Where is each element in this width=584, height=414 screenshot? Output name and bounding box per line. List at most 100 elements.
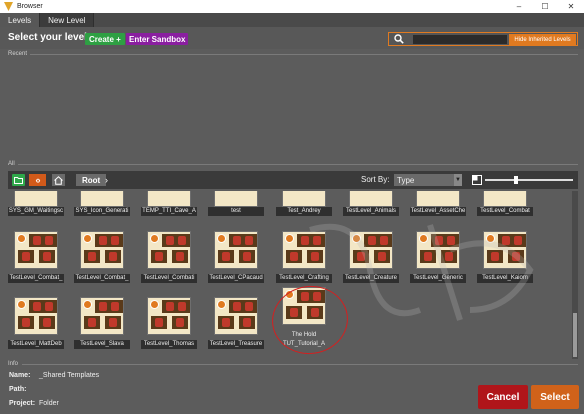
level-label: TestLevel_Combati [141, 274, 197, 283]
level-thumbnail [214, 297, 258, 335]
browser-window: Browser – ☐ ✕ Levels New Level Select yo… [0, 0, 584, 414]
info-project-value: Folder [39, 400, 59, 407]
level-thumbnail [483, 191, 527, 207]
info-name-label: Name: [9, 372, 31, 379]
browser-toolbar: ‹ › Root › Sort By: Type ▼ [8, 171, 578, 189]
new-folder-button[interactable] [12, 174, 25, 186]
level-thumbnail [14, 231, 58, 269]
hide-inherited-levels-button[interactable]: Hide Inherited Levels [509, 34, 576, 45]
create-button[interactable]: Create + [85, 33, 125, 45]
tab-levels[interactable]: Levels [0, 13, 41, 27]
level-thumbnail [416, 191, 460, 207]
level-item[interactable]: TestLevel_Treasure [208, 297, 264, 350]
thumbnail-art [18, 316, 34, 329]
window-title: Browser [17, 3, 43, 10]
minimize-button[interactable]: – [506, 0, 532, 13]
thumbnail-size-slider[interactable] [485, 179, 573, 181]
sort-by-select[interactable]: Type ▼ [394, 174, 462, 186]
thumbnail-art [218, 250, 234, 263]
thumbnail-art [151, 316, 167, 329]
level-thumbnail [14, 191, 58, 207]
level-label: TestLevel_Treasure [208, 340, 264, 349]
level-thumbnail [80, 297, 124, 335]
level-item[interactable]: TestLevel_Thomas [141, 297, 197, 350]
level-item[interactable]: TEMP_TTI_Cave_A [141, 191, 197, 217]
level-badge-icon [17, 234, 26, 243]
level-thumbnail [349, 191, 393, 207]
info-project-row: Project: Folder [9, 400, 59, 407]
level-label: TEMP_TTI_Cave_A [141, 207, 197, 216]
level-badge-icon [83, 300, 92, 309]
level-item[interactable]: TestLevel_Combat_ [74, 231, 130, 284]
select-button[interactable]: Select [531, 385, 579, 409]
cancel-button[interactable]: Cancel [478, 385, 528, 409]
level-thumbnail [282, 191, 326, 207]
thumbnail-art [41, 300, 57, 313]
level-item[interactable]: test [208, 191, 264, 217]
level-item[interactable]: TestLevel_Combati [141, 231, 197, 284]
level-label: SYS_GM_Waitingsc [8, 207, 64, 216]
scrollbar-thumb[interactable] [573, 313, 577, 357]
level-thumbnail [147, 191, 191, 207]
sort-by-label: Sort By: [361, 175, 390, 184]
thumbnail-art [39, 316, 55, 329]
level-item[interactable]: TestLevel_CPacaud [208, 231, 264, 284]
level-badge-icon [217, 234, 226, 243]
info-path-row: Path: [9, 386, 39, 393]
thumbnail-art [105, 316, 121, 329]
level-badge-icon [17, 300, 26, 309]
grid-scrollbar[interactable] [572, 191, 578, 359]
level-label: TestLevel_Thomas [141, 340, 197, 349]
chevron-down-icon: ▼ [454, 174, 462, 186]
maximize-button[interactable]: ☐ [532, 0, 558, 13]
level-label: TestLevel_CPacaud [208, 274, 264, 283]
thumbnail-art [172, 250, 188, 263]
level-item[interactable]: TestLevel_MattDeb [8, 297, 64, 350]
level-badge-icon [150, 300, 159, 309]
breadcrumb-root[interactable]: Root [76, 174, 107, 186]
all-divider [18, 164, 578, 165]
thumbnail-art [239, 316, 255, 329]
level-label: test [208, 207, 264, 216]
thumbnail-art [239, 250, 255, 263]
level-thumbnail [147, 297, 191, 335]
level-item[interactable]: SYS_GM_Waitingsc [8, 191, 64, 217]
slider-handle[interactable] [514, 176, 518, 184]
thumbnail-art [151, 250, 167, 263]
thumbnail-art [218, 316, 234, 329]
thumbnail-art [18, 250, 34, 263]
close-button[interactable]: ✕ [558, 0, 584, 13]
thumbnail-art [39, 250, 55, 263]
home-button[interactable] [52, 174, 65, 186]
level-label: TestLevel_Combat_ [74, 274, 130, 283]
thumbnail-art [41, 234, 57, 247]
search-box: Hide Inherited Levels [388, 32, 578, 46]
level-label: TestLevel_Combat_ [8, 274, 64, 283]
app-logo-icon [4, 2, 13, 11]
level-item[interactable]: SYS_Icon_Generati [74, 191, 130, 217]
level-badge-icon [217, 300, 226, 309]
level-label: SYS_Icon_Generati [74, 207, 130, 216]
tab-new-level[interactable]: New Level [40, 13, 95, 27]
level-thumbnail [214, 191, 258, 207]
level-label: TestLevel_Slava [74, 340, 130, 349]
home-icon [54, 175, 63, 185]
info-section-label: Info [8, 361, 19, 367]
search-input[interactable] [413, 35, 507, 44]
level-item[interactable]: TestLevel_Slava [74, 297, 130, 350]
thumbnail-art [174, 300, 190, 313]
level-thumbnail [80, 231, 124, 269]
chevron-right-icon: › [37, 175, 41, 185]
thumbnail-art [241, 300, 257, 313]
info-name-row: Name: _Shared Templates [9, 372, 99, 379]
level-label: TestLevel_MattDeb [8, 340, 64, 349]
level-thumbnail [147, 231, 191, 269]
level-thumbnail [80, 191, 124, 207]
breadcrumb-chevron-icon[interactable]: › [105, 174, 108, 186]
back-forward-button[interactable]: ‹ › [29, 174, 46, 186]
thumbnail-art [105, 250, 121, 263]
level-item[interactable]: TestLevel_Combat_ [8, 231, 64, 284]
enter-sandbox-button[interactable]: Enter Sandbox [126, 33, 189, 45]
search-icon[interactable] [394, 34, 404, 44]
thumbnail-size-icon [472, 175, 482, 185]
